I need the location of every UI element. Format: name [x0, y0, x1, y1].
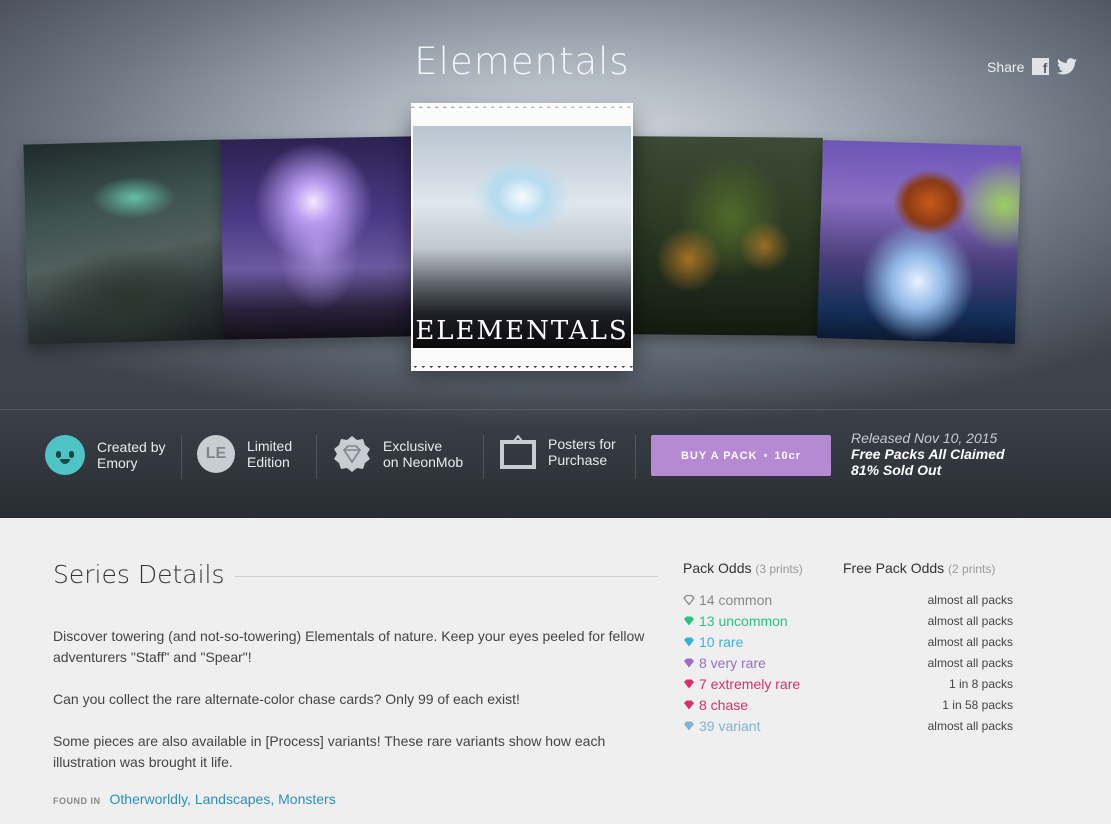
tag-link-monsters[interactable]: Monsters — [278, 791, 336, 807]
exclusive-info: Exclusive on NeonMob — [333, 435, 463, 473]
odds-rarity-label: 8 very rare — [699, 654, 766, 671]
pack-odds-sub: (3 prints) — [755, 562, 803, 576]
pack-logo: ELEMENTALS — [415, 316, 629, 346]
rarity-gem-icon — [684, 721, 694, 730]
exclusive-line1: Exclusive — [383, 438, 443, 454]
odds-rarity: 8 very rare — [683, 655, 766, 671]
odds-row: 39 variant almost all packs — [683, 715, 1013, 736]
series-info-strip: Created by Emory LE Limited Edition Excl… — [0, 409, 1111, 518]
pack-image[interactable]: ELEMENTALS — [411, 108, 633, 371]
release-date: Released Nov 10, 2015 — [851, 430, 998, 446]
odds-rarity-label: 14 common — [699, 591, 773, 608]
tag-comma: , — [187, 791, 195, 807]
exclusive-line2: on NeonMob — [383, 454, 464, 470]
pack-odds-heading: Pack Odds (3 prints) — [683, 560, 803, 576]
odds-rarity-label: 39 variant — [699, 717, 761, 734]
odds-rarity-label: 8 chase — [699, 696, 749, 713]
creator-avatar[interactable] — [45, 435, 85, 475]
posters-line2[interactable]: Purchase — [548, 452, 616, 468]
free-pack-odds-value: 1 in 8 packs — [948, 676, 1013, 691]
edition-info: LE Limited Edition — [197, 435, 292, 473]
odds-row: 8 chase 1 in 58 packs — [683, 694, 1013, 715]
odds-rarity: 39 variant — [683, 718, 760, 734]
odds-rarity-label: 10 rare — [699, 633, 744, 650]
series-hero: Elementals Share f ELEMENTALS Created by… — [0, 0, 1111, 518]
edition-line1: Limited — [247, 438, 293, 454]
series-title: Elementals — [414, 40, 630, 83]
tag-link-landscapes[interactable]: Landscapes — [195, 791, 271, 807]
series-details: Series Details Discover towering (and no… — [53, 560, 658, 809]
limited-edition-badge: LE — [197, 435, 235, 473]
posters-line1[interactable]: Posters for — [548, 436, 616, 452]
rarity-gem-icon — [684, 658, 694, 667]
rarity-gem-icon — [684, 637, 694, 646]
edition-line2: Edition — [247, 454, 290, 470]
buy-pack-label: BUY A PACK — [680, 449, 758, 462]
description-paragraph-2: Can you collect the rare alternate-color… — [53, 691, 520, 707]
heading-divider — [234, 576, 658, 577]
description-paragraph-1: Discover towering (and not-so-towering) … — [53, 628, 645, 665]
facebook-icon[interactable]: f — [1032, 58, 1050, 75]
creator-name[interactable]: Emory — [97, 455, 165, 471]
odds-row: 14 common almost all packs — [683, 589, 1013, 610]
card-preview-5[interactable] — [816, 139, 1022, 345]
card-preview-1[interactable] — [23, 139, 227, 345]
buy-pack-button[interactable]: BUY A PACK • 10cr — [651, 435, 831, 476]
card-preview-2[interactable] — [220, 136, 416, 340]
found-in-label: FOUND IN — [53, 796, 101, 806]
creator-info[interactable]: Created by Emory — [45, 435, 165, 475]
free-pack-odds-sub: (2 prints) — [948, 562, 996, 576]
pack-odds-panel: Pack Odds (3 prints) Free Pack Odds (2 p… — [683, 560, 1013, 736]
release-info: Released Nov 10, 2015 Free Packs All Cla… — [851, 430, 1005, 478]
share-links: Share f — [987, 58, 1078, 75]
free-pack-odds-value: 1 in 58 packs — [942, 697, 1013, 712]
twitter-icon[interactable] — [1057, 58, 1078, 75]
sold-out-status: 81% Sold Out — [851, 462, 942, 478]
odds-rarity: 7 extremely rare — [683, 676, 800, 692]
free-pack-odds-value: almost all packs — [927, 613, 1013, 628]
pack-artwork: ELEMENTALS — [413, 126, 631, 348]
rarity-gem-icon — [684, 616, 694, 625]
posters-info[interactable]: Posters for Purchase — [500, 435, 616, 469]
poster-frame-icon — [500, 435, 536, 469]
creator-label: Created by — [97, 439, 166, 455]
free-pack-odds-value: almost all packs — [927, 655, 1013, 670]
description-paragraph-3: Some pieces are also available in [Proce… — [53, 733, 606, 770]
found-in: FOUND IN Otherworldly, Landscapes, Monst… — [53, 791, 658, 809]
exclusive-gem-icon — [334, 436, 370, 472]
buy-pack-separator: • — [763, 449, 769, 462]
tag-link-otherworldly[interactable]: Otherworldly — [110, 791, 188, 807]
odds-rarity-label: 13 uncommon — [699, 612, 788, 629]
free-packs-status: Free Packs All Claimed — [851, 446, 1005, 462]
odds-rarity: 13 uncommon — [683, 613, 788, 629]
odds-rarity: 10 rare — [683, 634, 743, 650]
odds-list: 14 common almost all packs 13 uncommon almo… — [683, 589, 1013, 736]
rarity-gem-icon — [684, 679, 694, 688]
odds-row: 8 very rare almost all packs — [683, 652, 1013, 673]
free-pack-odds-value: almost all packs — [927, 634, 1013, 649]
free-pack-odds-value: almost all packs — [927, 718, 1013, 733]
rarity-gem-icon — [683, 594, 695, 605]
card-preview-4[interactable] — [631, 136, 823, 336]
odds-rarity: 8 chase — [683, 697, 748, 713]
odds-rarity-label: 7 extremely rare — [699, 675, 801, 692]
tag-comma: , — [270, 791, 279, 807]
share-label: Share — [987, 58, 1025, 75]
series-details-heading: Series Details — [53, 560, 225, 589]
odds-row: 13 uncommon almost all packs — [683, 610, 1013, 631]
free-pack-odds-value: almost all packs — [927, 592, 1013, 607]
free-pack-odds-heading: Free Pack Odds (2 prints) — [843, 560, 996, 576]
buy-pack-price: 10cr — [774, 449, 802, 462]
odds-rarity: 14 common — [683, 592, 772, 608]
odds-row: 7 extremely rare 1 in 8 packs — [683, 673, 1013, 694]
odds-row: 10 rare almost all packs — [683, 631, 1013, 652]
rarity-gem-icon — [684, 700, 694, 709]
